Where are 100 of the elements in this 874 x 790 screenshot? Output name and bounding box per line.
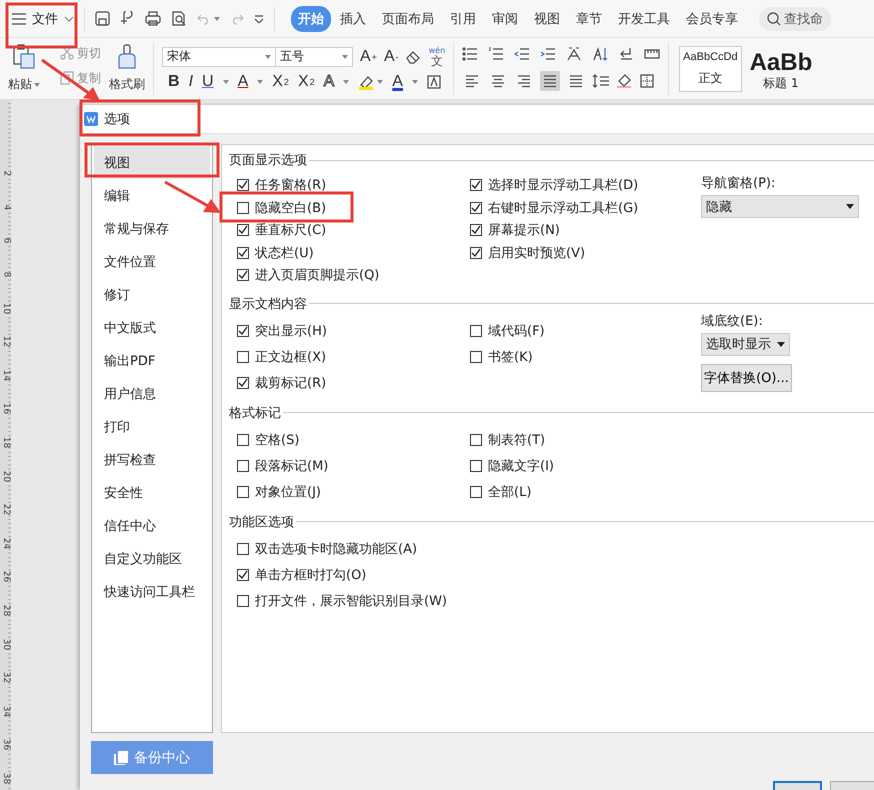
sidebar-item[interactable]: 输出PDF [94,344,210,377]
checkbox-label[interactable]: 正文边框(X) [255,348,326,366]
ruler-icon[interactable] [644,48,660,58]
checkbox-label[interactable]: 空格(S) [255,430,300,448]
checkbox[interactable] [470,224,482,236]
checkbox-label[interactable]: 对象位置(J) [255,482,321,500]
backup-icon[interactable] [114,750,128,764]
checkbox-label[interactable]: 打开文件，展示智能识别目录(W) [255,592,447,610]
checkbox-label[interactable]: 进入页眉页脚提示(Q) [255,266,380,284]
dropdown-arrow-icon[interactable] [846,204,854,209]
caret-icon[interactable] [214,16,220,20]
caret-icon[interactable] [343,80,350,84]
checkbox-label[interactable]: 启用实时预览(V) [488,244,586,262]
search-field[interactable]: 查找命 [759,6,831,30]
checkbox[interactable] [470,434,482,446]
hook-icon[interactable] [120,11,135,26]
format-button[interactable]: I [188,72,194,90]
checkbox-label[interactable]: 域代码(F) [488,322,545,340]
caret-icon[interactable] [377,80,384,84]
checkbox[interactable] [237,486,249,498]
checkbox-label[interactable]: 任务窗格(R) [255,176,326,194]
ribbon-tab[interactable]: 页面布局 [375,6,441,32]
sidebar-item[interactable]: 中文版式 [94,311,210,344]
checkbox[interactable] [237,179,249,192]
caret-icon[interactable] [34,82,40,86]
checkbox[interactable] [237,246,249,259]
style-preset[interactable]: AaBb 标题 1 [746,46,816,92]
format-button[interactable]: A [392,72,403,90]
paste-button[interactable]: 粘贴 [8,44,40,93]
checkbox-label[interactable]: 全部(L) [488,482,532,500]
caret-icon[interactable] [342,54,348,58]
checkbox-label[interactable]: 单击方框时打勾(O) [255,566,366,584]
brush-icon[interactable] [116,44,138,70]
checkbox-label[interactable]: 选择时显示浮动工具栏(D) [488,176,638,194]
character-border-icon[interactable] [426,74,441,88]
line-spacing-icon[interactable] [592,74,610,88]
checkbox[interactable] [470,460,482,472]
checkbox[interactable] [237,594,249,606]
style-preset[interactable]: AaBbCcDd 正文 [679,46,742,92]
caret-icon[interactable] [265,54,271,58]
caret-icon[interactable] [257,80,264,84]
checkbox[interactable] [237,324,249,336]
checkbox-label[interactable]: 制表符(T) [488,430,546,448]
caret-icon[interactable] [412,80,418,84]
font-size-select[interactable]: 五号 [275,46,353,66]
format-button[interactable]: A [238,72,248,90]
checkbox-label[interactable]: 状态栏(U) [255,244,314,262]
checkbox[interactable] [237,568,249,580]
numbered-list-icon[interactable] [488,46,504,60]
checkbox[interactable] [237,350,249,362]
caret-icon[interactable] [222,80,229,84]
checkbox[interactable] [470,350,482,362]
menu-icon[interactable] [12,12,26,24]
dropdown[interactable]: 选取时显示 [701,332,790,356]
checkbox[interactable] [237,269,249,282]
checkbox-label[interactable]: 垂直标尺(C) [255,221,326,240]
sidebar-item[interactable]: 安全性 [94,476,210,509]
checkbox-label[interactable]: 段落标记(M) [255,456,328,474]
checkbox[interactable] [237,542,249,554]
checkbox[interactable] [237,434,249,446]
font-substitution-button[interactable]: 字体替换(O)... [701,364,792,392]
clipboard-icon[interactable] [12,44,36,70]
line-break-icon[interactable] [618,46,634,60]
checkbox-label[interactable]: 书签(K) [488,348,533,366]
checkbox[interactable] [470,202,482,214]
checkbox[interactable] [237,224,249,236]
format-button[interactable]: A [324,72,334,90]
ribbon-tab[interactable]: 审阅 [485,6,525,32]
checkbox[interactable] [237,460,249,472]
checkbox[interactable] [237,202,249,214]
sidebar-item[interactable]: 用户信息 [94,377,210,410]
sidebar-item[interactable]: 打印 [94,410,210,443]
ribbon-tab[interactable]: 开发工具 [611,6,677,32]
ribbon-tab[interactable]: 引用 [443,6,483,32]
checkbox[interactable] [237,376,249,388]
format-painter-button[interactable]: 格式刷 [109,44,145,93]
checkbox-label[interactable]: 隐藏空白(B) [255,198,326,217]
checkbox[interactable] [470,486,482,498]
ribbon-tab[interactable]: 视图 [527,6,567,32]
sidebar-item[interactable]: 修订 [94,278,210,311]
checkbox[interactable] [470,179,482,192]
sort-icon[interactable] [592,46,608,60]
print-preview-icon[interactable] [171,11,187,26]
save-icon[interactable] [95,11,110,26]
dropdown[interactable]: 隐藏 [701,195,859,218]
checkbox-label[interactable]: 隐藏文字(I) [488,456,554,474]
sidebar-item[interactable]: 文件位置 [94,245,210,278]
increase-indent-icon[interactable] [540,46,556,60]
checkbox[interactable] [470,246,482,259]
sidebar-item[interactable]: 常规与保存 [94,212,210,245]
dropdown-arrow-icon[interactable] [777,342,785,346]
checkbox-label[interactable]: 双击选项卡时隐藏功能区(A) [255,540,418,558]
sidebar-item[interactable]: 编辑 [94,179,210,212]
phonetic-guide-button[interactable]: wén 文 [428,46,446,66]
checkbox-label[interactable]: 突出显示(H) [255,322,327,340]
checkbox-label[interactable]: 裁剪标记(R) [255,374,326,392]
search-icon[interactable] [767,12,781,26]
decrease-indent-icon[interactable] [514,46,530,60]
bullet-list-icon[interactable] [462,46,478,60]
checkbox-label[interactable]: 右键时显示浮动工具栏(G) [488,198,638,217]
